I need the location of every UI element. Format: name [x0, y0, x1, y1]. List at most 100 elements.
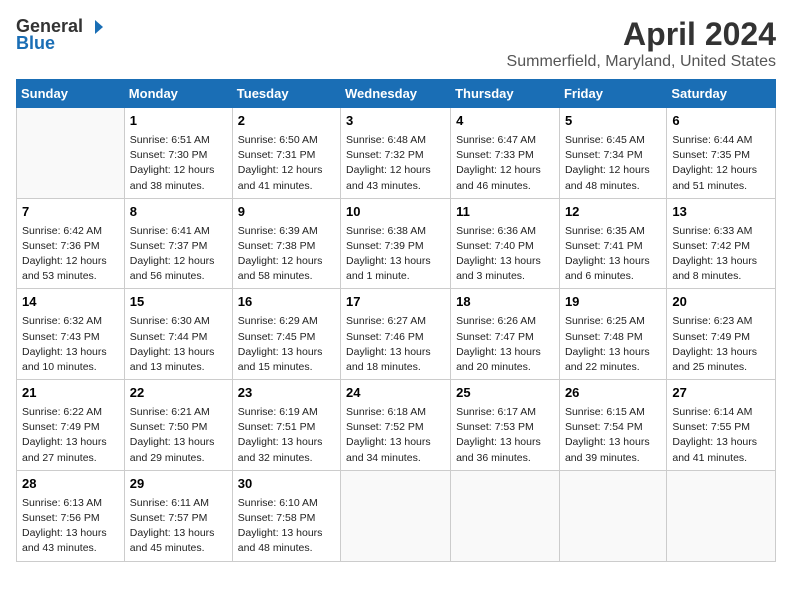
day-info: Sunrise: 6:26 AMSunset: 7:47 PMDaylight:… [456, 314, 554, 375]
day-info: Sunrise: 6:18 AMSunset: 7:52 PMDaylight:… [346, 405, 445, 466]
day-info: Sunrise: 6:47 AMSunset: 7:33 PMDaylight:… [456, 133, 554, 194]
day-header-saturday: Saturday [667, 80, 776, 108]
calendar-cell: 27 Sunrise: 6:14 AMSunset: 7:55 PMDayligh… [667, 380, 776, 471]
calendar-cell: 13Sunrise: 6:33 AMSunset: 7:42 PMDayligh… [667, 198, 776, 289]
calendar-subtitle: Summerfield, Maryland, United States [507, 53, 776, 71]
calendar-cell: 29Sunrise: 6:11 AMSunset: 7:57 PMDayligh… [124, 470, 232, 561]
calendar-cell: 1 Sunrise: 6:51 AMSunset: 7:30 PMDaylight… [124, 108, 232, 199]
calendar-week-1: 1 Sunrise: 6:51 AMSunset: 7:30 PMDaylight… [17, 108, 776, 199]
calendar-cell: 24 Sunrise: 6:18 AMSunset: 7:52 PMDayligh… [341, 380, 451, 471]
day-number: 5 [565, 112, 661, 131]
day-number: 2 [238, 112, 335, 131]
calendar-cell: 6 Sunrise: 6:44 AMSunset: 7:35 PMDaylight… [667, 108, 776, 199]
day-info: Sunrise: 6:14 AMSunset: 7:55 PMDaylight:… [672, 405, 770, 466]
calendar-cell [451, 470, 560, 561]
day-number: 27 [672, 384, 770, 403]
calendar-cell: 25Sunrise: 6:17 AMSunset: 7:53 PMDayligh… [451, 380, 560, 471]
calendar-cell: 15 Sunrise: 6:30 AMSunset: 7:44 PMDayligh… [124, 289, 232, 380]
calendar-cell [17, 108, 125, 199]
day-info: Sunrise: 6:19 AMSunset: 7:51 PMDaylight:… [238, 405, 335, 466]
logo-blue: Blue [16, 33, 55, 54]
day-number: 26 [565, 384, 661, 403]
day-info: Sunrise: 6:50 AMSunset: 7:31 PMDaylight:… [238, 133, 335, 194]
day-header-tuesday: Tuesday [232, 80, 340, 108]
day-info: Sunrise: 6:29 AMSunset: 7:45 PMDaylight:… [238, 314, 335, 375]
calendar-cell: 28 Sunrise: 6:13 AMSunset: 7:56 PMDayligh… [17, 470, 125, 561]
day-info: Sunrise: 6:27 AMSunset: 7:46 PMDaylight:… [346, 314, 445, 375]
day-number: 28 [22, 475, 119, 494]
calendar-cell: 4 Sunrise: 6:47 AMSunset: 7:33 PMDaylight… [451, 108, 560, 199]
day-number: 6 [672, 112, 770, 131]
day-info: Sunrise: 6:44 AMSunset: 7:35 PMDaylight:… [672, 133, 770, 194]
calendar-week-5: 28 Sunrise: 6:13 AMSunset: 7:56 PMDayligh… [17, 470, 776, 561]
day-info: Sunrise: 6:51 AMSunset: 7:30 PMDaylight:… [130, 133, 227, 194]
calendar-header: SundayMondayTuesdayWednesdayThursdayFrid… [17, 80, 776, 108]
day-number: 17 [346, 293, 445, 312]
day-number: 4 [456, 112, 554, 131]
day-info: Sunrise: 6:45 AMSunset: 7:34 PMDaylight:… [565, 133, 661, 194]
day-info: Sunrise: 6:25 AMSunset: 7:48 PMDaylight:… [565, 314, 661, 375]
day-info: Sunrise: 6:30 AMSunset: 7:44 PMDaylight:… [130, 314, 227, 375]
day-info: Sunrise: 6:22 AMSunset: 7:49 PMDaylight:… [22, 405, 119, 466]
calendar-cell: 14Sunrise: 6:32 AMSunset: 7:43 PMDayligh… [17, 289, 125, 380]
calendar-cell: 8 Sunrise: 6:41 AMSunset: 7:37 PMDaylight… [124, 198, 232, 289]
day-number: 16 [238, 293, 335, 312]
day-number: 13 [672, 203, 770, 222]
calendar-cell: 16 Sunrise: 6:29 AMSunset: 7:45 PMDayligh… [232, 289, 340, 380]
calendar-cell: 19 Sunrise: 6:25 AMSunset: 7:48 PMDayligh… [559, 289, 666, 380]
day-info: Sunrise: 6:35 AMSunset: 7:41 PMDaylight:… [565, 224, 661, 285]
day-header-wednesday: Wednesday [341, 80, 451, 108]
day-number: 25 [456, 384, 554, 403]
day-number: 21 [22, 384, 119, 403]
calendar-cell [341, 470, 451, 561]
day-info: Sunrise: 6:10 AMSunset: 7:58 PMDaylight:… [238, 496, 335, 557]
day-number: 15 [130, 293, 227, 312]
day-number: 1 [130, 112, 227, 131]
day-info: Sunrise: 6:32 AMSunset: 7:43 PMDaylight:… [22, 314, 119, 375]
day-number: 3 [346, 112, 445, 131]
calendar-cell: 9 Sunrise: 6:39 AMSunset: 7:38 PMDaylight… [232, 198, 340, 289]
day-header-monday: Monday [124, 80, 232, 108]
day-header-thursday: Thursday [451, 80, 560, 108]
calendar-cell: 17 Sunrise: 6:27 AMSunset: 7:46 PMDayligh… [341, 289, 451, 380]
calendar-cell: 26 Sunrise: 6:15 AMSunset: 7:54 PMDayligh… [559, 380, 666, 471]
logo: General Blue [16, 16, 103, 54]
day-info: Sunrise: 6:36 AMSunset: 7:40 PMDaylight:… [456, 224, 554, 285]
calendar-cell [667, 470, 776, 561]
calendar-cell: 12 Sunrise: 6:35 AMSunset: 7:41 PMDayligh… [559, 198, 666, 289]
day-info: Sunrise: 6:15 AMSunset: 7:54 PMDaylight:… [565, 405, 661, 466]
day-info: Sunrise: 6:48 AMSunset: 7:32 PMDaylight:… [346, 133, 445, 194]
day-number: 7 [22, 203, 119, 222]
calendar-cell: 2 Sunrise: 6:50 AMSunset: 7:31 PMDaylight… [232, 108, 340, 199]
calendar-cell: 30 Sunrise: 6:10 AMSunset: 7:58 PMDayligh… [232, 470, 340, 561]
calendar-cell: 23Sunrise: 6:19 AMSunset: 7:51 PMDayligh… [232, 380, 340, 471]
day-info: Sunrise: 6:38 AMSunset: 7:39 PMDaylight:… [346, 224, 445, 285]
calendar-cell [559, 470, 666, 561]
title-area: April 2024 Summerfield, Maryland, United… [507, 16, 776, 71]
calendar-cell: 7 Sunrise: 6:42 AMSunset: 7:36 PMDaylight… [17, 198, 125, 289]
day-info: Sunrise: 6:41 AMSunset: 7:37 PMDaylight:… [130, 224, 227, 285]
calendar-cell: 3 Sunrise: 6:48 AMSunset: 7:32 PMDaylight… [341, 108, 451, 199]
calendar-week-2: 7 Sunrise: 6:42 AMSunset: 7:36 PMDaylight… [17, 198, 776, 289]
day-number: 24 [346, 384, 445, 403]
calendar-cell: 10 Sunrise: 6:38 AMSunset: 7:39 PMDayligh… [341, 198, 451, 289]
day-number: 10 [346, 203, 445, 222]
day-info: Sunrise: 6:39 AMSunset: 7:38 PMDaylight:… [238, 224, 335, 285]
calendar-cell: 11Sunrise: 6:36 AMSunset: 7:40 PMDayligh… [451, 198, 560, 289]
calendar-cell: 20 Sunrise: 6:23 AMSunset: 7:49 PMDayligh… [667, 289, 776, 380]
day-number: 8 [130, 203, 227, 222]
day-number: 12 [565, 203, 661, 222]
header: General Blue April 2024 Summerfield, Mar… [16, 16, 776, 71]
day-number: 19 [565, 293, 661, 312]
day-info: Sunrise: 6:42 AMSunset: 7:36 PMDaylight:… [22, 224, 119, 285]
day-number: 9 [238, 203, 335, 222]
calendar-cell: 22Sunrise: 6:21 AMSunset: 7:50 PMDayligh… [124, 380, 232, 471]
day-header-sunday: Sunday [17, 80, 125, 108]
calendar-cell: 18Sunrise: 6:26 AMSunset: 7:47 PMDayligh… [451, 289, 560, 380]
day-info: Sunrise: 6:23 AMSunset: 7:49 PMDaylight:… [672, 314, 770, 375]
day-header-friday: Friday [559, 80, 666, 108]
day-info: Sunrise: 6:13 AMSunset: 7:56 PMDaylight:… [22, 496, 119, 557]
logo-icon [85, 18, 103, 36]
day-number: 30 [238, 475, 335, 494]
day-number: 20 [672, 293, 770, 312]
